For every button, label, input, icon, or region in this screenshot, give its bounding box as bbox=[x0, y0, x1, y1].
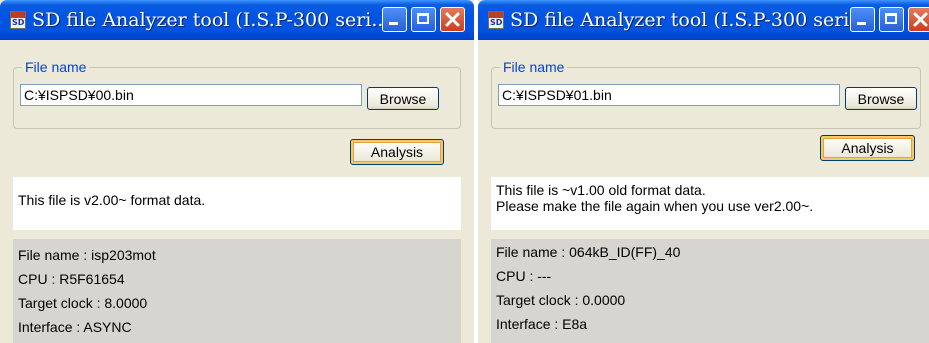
title-bar[interactable]: SD SD file Analyzer tool (I.S.P-300 seri… bbox=[0, 0, 474, 40]
file-name-group: File name Browse bbox=[13, 58, 461, 129]
info-file-name: File name : 064kB_ID(FF)_40 bbox=[496, 244, 681, 260]
maximize-icon bbox=[885, 13, 897, 24]
analyzer-window-1: SD SD file Analyzer tool (I.S.P-300 seri… bbox=[0, 0, 474, 343]
info-file-name: File name : isp203mot bbox=[18, 247, 156, 263]
analysis-button[interactable]: Analysis bbox=[820, 135, 915, 161]
file-name-group-label: File name bbox=[500, 58, 568, 76]
app-icon-label: SD bbox=[12, 18, 25, 27]
window-title: SD file Analyzer tool (I.S.P-300 seri... bbox=[510, 9, 868, 31]
close-button[interactable] bbox=[440, 7, 465, 32]
format-message-line: This file is v2.00~ format data. bbox=[18, 192, 206, 208]
analyzer-window-2: SD SD file Analyzer tool (I.S.P-300 seri… bbox=[478, 0, 929, 343]
info-cpu: CPU : --- bbox=[496, 268, 552, 284]
minimize-icon bbox=[389, 22, 398, 25]
window-client-area: File name Browse Analysis This file is ~… bbox=[483, 40, 929, 343]
maximize-icon bbox=[417, 13, 429, 24]
window-title: SD file Analyzer tool (I.S.P-300 seri... bbox=[32, 9, 390, 31]
format-message-line: This file is ~v1.00 old format data. bbox=[496, 182, 706, 198]
format-message-box: This file is v2.00~ format data. bbox=[13, 177, 461, 230]
info-cpu: CPU : R5F61654 bbox=[18, 271, 125, 287]
sd-card-app-icon[interactable]: SD bbox=[488, 11, 504, 29]
format-message-line: Please make the file again when you use … bbox=[496, 198, 814, 214]
minimize-button[interactable] bbox=[382, 7, 407, 32]
close-icon bbox=[445, 12, 460, 27]
format-message-box: This file is ~v1.00 old format data. Ple… bbox=[491, 177, 929, 230]
browse-button[interactable]: Browse bbox=[845, 87, 917, 110]
minimize-icon bbox=[857, 22, 866, 25]
file-name-group: File name Browse bbox=[491, 58, 921, 129]
window-client-area: File name Browse Analysis This file is v… bbox=[5, 40, 469, 343]
browse-button[interactable]: Browse bbox=[367, 87, 439, 110]
file-name-group-label: File name bbox=[22, 58, 90, 76]
maximize-button[interactable] bbox=[879, 7, 904, 32]
file-info-panel: File name : 064kB_ID(FF)_40 CPU : --- Ta… bbox=[491, 239, 929, 343]
info-target-clock: Target clock : 0.0000 bbox=[496, 292, 626, 308]
close-button[interactable] bbox=[908, 7, 929, 32]
file-path-input[interactable] bbox=[20, 84, 362, 106]
info-interface: Interface : E8a bbox=[496, 316, 588, 332]
title-bar[interactable]: SD SD file Analyzer tool (I.S.P-300 seri… bbox=[478, 0, 929, 40]
app-icon-label: SD bbox=[490, 18, 503, 27]
close-icon bbox=[913, 12, 928, 27]
file-info-panel: File name : isp203mot CPU : R5F61654 Tar… bbox=[13, 239, 461, 343]
info-interface: Interface : ASYNC bbox=[18, 319, 132, 335]
file-path-input[interactable] bbox=[498, 84, 840, 106]
minimize-button[interactable] bbox=[850, 7, 875, 32]
maximize-button[interactable] bbox=[411, 7, 436, 32]
analysis-button[interactable]: Analysis bbox=[350, 139, 444, 165]
info-target-clock: Target clock : 8.0000 bbox=[18, 295, 148, 311]
sd-card-app-icon[interactable]: SD bbox=[10, 11, 26, 29]
